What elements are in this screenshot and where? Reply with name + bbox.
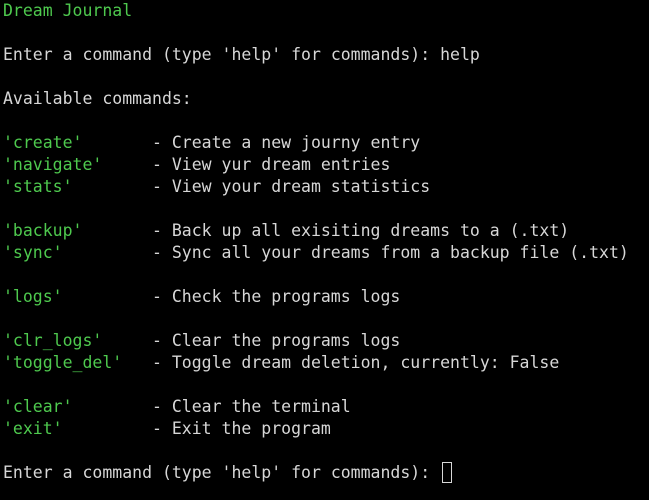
command-row-create: 'create' - Create a new journy entry bbox=[3, 132, 649, 154]
typed-command: help bbox=[440, 45, 480, 64]
command-desc: - View yur dream entries bbox=[152, 155, 391, 174]
command-name: 'backup' bbox=[3, 221, 83, 240]
prompt-line: Enter a command (type 'help' for command… bbox=[3, 44, 649, 66]
command-name: 'toggle_del' bbox=[3, 353, 123, 372]
command-desc: - Exit the program bbox=[152, 419, 331, 438]
command-desc: - Clear the terminal bbox=[152, 397, 351, 416]
command-row-sync: 'sync' - Sync all your dreams from a back… bbox=[3, 242, 649, 264]
app-title: Dream Journal bbox=[3, 1, 133, 20]
command-name: 'clr_logs' bbox=[3, 331, 103, 350]
command-desc: - Check the programs logs bbox=[152, 287, 401, 306]
command-desc: - Sync all your dreams from a backup fil… bbox=[152, 243, 629, 262]
command-name: 'exit' bbox=[3, 419, 63, 438]
command-desc: - Back up all exisiting dreams to a (.tx… bbox=[152, 221, 570, 240]
command-desc: - Clear the programs logs bbox=[152, 331, 401, 350]
command-row-exit: 'exit' - Exit the program bbox=[3, 418, 649, 440]
available-commands-header: Available commands: bbox=[3, 89, 192, 108]
command-name: 'stats' bbox=[3, 177, 73, 196]
prompt-text: Enter a command (type 'help' for command… bbox=[3, 463, 441, 482]
command-row-backup: 'backup' - Back up all exisiting dreams t… bbox=[3, 220, 649, 242]
command-name: 'navigate' bbox=[3, 155, 103, 174]
active-prompt-line[interactable]: Enter a command (type 'help' for command… bbox=[3, 462, 649, 484]
command-row-navigate: 'navigate' - View yur dream entries bbox=[3, 154, 649, 176]
text-cursor[interactable] bbox=[442, 462, 453, 483]
command-row-clr-logs: 'clr_logs' - Clear the programs logs bbox=[3, 330, 649, 352]
command-name: 'clear' bbox=[3, 397, 73, 416]
command-desc: - Toggle dream deletion, currently: Fals… bbox=[152, 353, 560, 372]
command-name: 'sync' bbox=[3, 243, 63, 262]
command-desc: - Create a new journy entry bbox=[152, 133, 421, 152]
command-row-logs: 'logs' - Check the programs logs bbox=[3, 286, 649, 308]
command-name: 'create' bbox=[3, 133, 83, 152]
command-row-clear: 'clear' - Clear the terminal bbox=[3, 396, 649, 418]
command-desc: - View your dream statistics bbox=[152, 177, 431, 196]
command-row-toggle-del: 'toggle_del' - Toggle dream deletion, cur… bbox=[3, 352, 649, 374]
command-row-stats: 'stats' - View your dream statistics bbox=[3, 176, 649, 198]
command-name: 'logs' bbox=[3, 287, 63, 306]
terminal-window[interactable]: Dream Journal Enter a command (type 'hel… bbox=[0, 0, 649, 500]
prompt-text: Enter a command (type 'help' for command… bbox=[3, 45, 441, 64]
